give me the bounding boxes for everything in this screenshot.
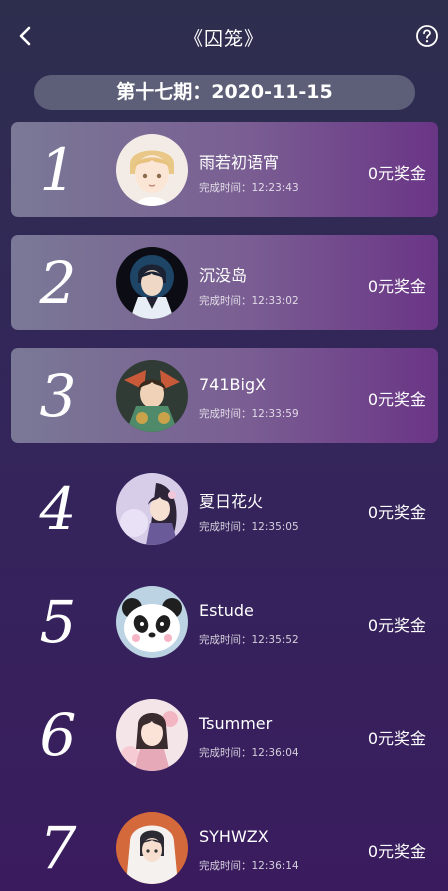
avatar[interactable] xyxy=(116,247,188,319)
rank-row[interactable]: 7 SYHWZX 完成时间：12:36:14 0元奖金 xyxy=(11,800,438,891)
avatar-image xyxy=(116,247,188,319)
avatar-image xyxy=(116,134,188,206)
player-name: 雨若初语宵 xyxy=(199,153,280,172)
player-name: Tsummer xyxy=(199,714,273,733)
rank-number: 6 xyxy=(39,701,77,769)
finish-time: 完成时间：12:35:52 xyxy=(199,634,299,646)
rank-row[interactable]: 5 Estude 完成时间：12:35:52 0元奖金 xyxy=(11,574,438,669)
avatar[interactable] xyxy=(116,812,188,884)
rank-number: 2 xyxy=(39,249,77,317)
rank-row[interactable]: 3 741BigX 完成时间：12:33:59 0元奖金 xyxy=(11,348,438,443)
avatar[interactable] xyxy=(116,134,188,206)
rank-number: 1 xyxy=(39,136,77,204)
finish-time: 完成时间：12:33:02 xyxy=(199,295,299,307)
avatar[interactable] xyxy=(116,586,188,658)
avatar-image xyxy=(116,699,188,771)
player-name: 741BigX xyxy=(199,375,267,394)
player-name: Estude xyxy=(199,601,254,620)
finish-time: 完成时间：12:36:14 xyxy=(199,860,299,872)
avatar-image xyxy=(116,360,188,432)
avatar-image xyxy=(116,473,188,545)
prize-amount: 0元奖金 xyxy=(367,616,426,635)
finish-time: 完成时间：12:23:43 xyxy=(199,182,299,194)
finish-time: 完成时间：12:36:04 xyxy=(199,747,299,759)
rank-row[interactable]: 1 雨若初语宵 完成时间：12:23:43 0元奖金 xyxy=(11,122,438,217)
rank-row[interactable]: 2 沉没岛 完成时间：12:33:02 0元奖金 xyxy=(11,235,438,330)
avatar-image xyxy=(116,586,188,658)
prize-amount: 0元奖金 xyxy=(367,164,426,183)
avatar[interactable] xyxy=(116,699,188,771)
rank-number: 5 xyxy=(39,588,77,656)
avatar[interactable] xyxy=(116,473,188,545)
player-name: SYHWZX xyxy=(199,827,269,846)
player-name: 沉没岛 xyxy=(199,266,248,285)
prize-amount: 0元奖金 xyxy=(367,729,426,748)
prize-amount: 0元奖金 xyxy=(367,842,426,861)
rank-number: 4 xyxy=(39,475,77,543)
rank-list: 1 雨若初语宵 完成时间：12:23:43 0元奖金 2 沉没岛 完成时间：12… xyxy=(0,0,448,891)
rank-row[interactable]: 6 Tsummer 完成时间：12:36:04 0元奖金 xyxy=(11,687,438,782)
rank-number: 7 xyxy=(39,814,77,882)
player-name: 夏日花火 xyxy=(199,492,264,511)
prize-amount: 0元奖金 xyxy=(367,390,426,409)
avatar[interactable] xyxy=(116,360,188,432)
avatar-image xyxy=(116,812,188,884)
prize-amount: 0元奖金 xyxy=(367,503,426,522)
finish-time: 完成时间：12:35:05 xyxy=(199,521,299,533)
prize-amount: 0元奖金 xyxy=(367,277,426,296)
finish-time: 完成时间：12:33:59 xyxy=(199,408,299,420)
rank-number: 3 xyxy=(39,362,77,430)
rank-row[interactable]: 4 夏日花火 完成时间：12:35:05 0元奖金 xyxy=(11,461,438,556)
